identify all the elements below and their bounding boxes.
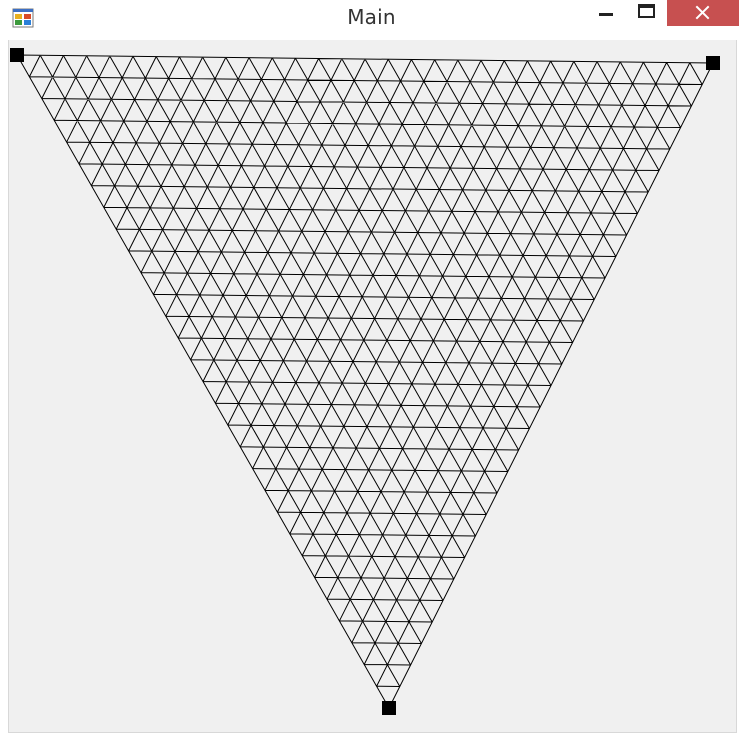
top-left-handle[interactable] <box>10 48 24 62</box>
bottom-handle[interactable] <box>382 701 396 715</box>
title-bar[interactable]: Main <box>0 0 743 38</box>
drawing-canvas[interactable] <box>8 40 737 733</box>
minimize-button[interactable] <box>590 0 622 26</box>
maximize-button[interactable] <box>630 0 662 26</box>
close-button[interactable] <box>667 0 739 26</box>
top-right-handle[interactable] <box>706 56 720 70</box>
main-window: Main <box>0 0 743 739</box>
mesh-lines <box>16 54 714 709</box>
minimize-icon <box>599 13 613 16</box>
triangle-mesh <box>10 48 720 715</box>
